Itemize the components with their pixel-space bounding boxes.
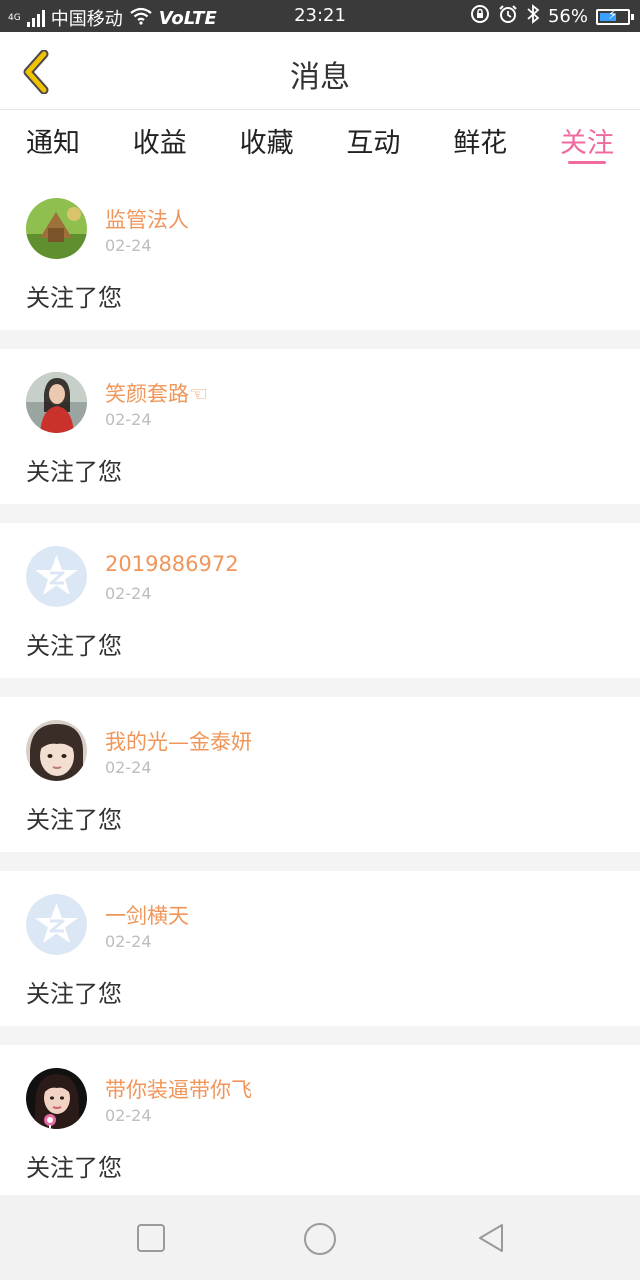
list-item[interactable]: 带你装逼带你飞 02-24 关注了您 [0,1045,640,1200]
avatar[interactable] [26,1068,87,1129]
message-text: 关注了您 [26,1154,122,1182]
home-button[interactable] [302,1221,336,1255]
username[interactable]: 笑颜套路☜ [105,378,208,408]
message-text: 关注了您 [26,806,122,834]
avatar[interactable] [26,720,87,781]
avatar[interactable] [26,894,87,955]
tab-flowers[interactable]: 鲜花 [453,110,507,170]
nav-back-button[interactable] [474,1221,508,1255]
divider [0,1026,640,1045]
tab-label: 鲜花 [453,128,508,159]
home-icon [304,1223,336,1255]
list-item[interactable]: 2019886972 02-24 关注了您 [0,523,640,678]
message-text: 关注了您 [26,980,122,1008]
tab-label: 通知 [26,128,80,159]
message-date: 02-24 [105,410,152,429]
message-text: 关注了您 [26,458,122,486]
default-avatar-icon [26,546,87,607]
avatar[interactable] [26,546,87,607]
divider [0,852,640,871]
battery-percent: 56% [547,6,588,27]
avatar[interactable] [26,198,87,259]
recent-apps-button[interactable] [134,1221,168,1255]
tab-label: 收藏 [239,128,294,159]
tab-favorites[interactable]: 收藏 [240,110,294,170]
app-root: 4G 中国移动 VoLTE 23:21 56% ⚡ 消息 通知 收益 收藏 互动… [0,0,640,1280]
divider [0,504,640,523]
message-text: 关注了您 [26,632,122,660]
default-avatar-icon [26,894,87,955]
message-date: 02-24 [105,932,152,951]
status-right: 56% ⚡ [470,4,634,29]
status-bar: 4G 中国移动 VoLTE 23:21 56% ⚡ [0,0,640,32]
username[interactable]: 我的光—金泰妍 [105,726,252,756]
tab-earnings[interactable]: 收益 [133,110,187,170]
tab-label: 收益 [132,128,187,159]
list-item[interactable]: 监管法人 02-24 关注了您 [0,175,640,330]
tab-bar: 通知 收益 收藏 互动 鲜花 关注 [0,110,640,170]
recent-apps-icon [137,1224,165,1252]
tab-label: 互动 [346,128,401,159]
tab-label: 关注 [559,128,614,159]
avatar[interactable] [26,372,87,433]
bluetooth-icon [526,4,540,29]
divider [0,330,640,349]
title-bar: 消息 [0,32,640,110]
back-icon [479,1224,503,1252]
rotation-lock-icon [470,4,490,29]
list-item[interactable]: 我的光—金泰妍 02-24 关注了您 [0,697,640,852]
list-item[interactable]: 笑颜套路☜ 02-24 关注了您 [0,349,640,504]
username[interactable]: 监管法人 [105,204,189,234]
message-date: 02-24 [105,1106,152,1125]
system-nav-bar [0,1195,640,1280]
alarm-icon [498,4,518,29]
username[interactable]: 一剑横天 [105,900,189,930]
message-text: 关注了您 [26,284,122,312]
active-tab-indicator [567,161,606,164]
divider [0,678,640,697]
tab-notice[interactable]: 通知 [26,110,80,170]
tab-interactions[interactable]: 互动 [346,110,400,170]
page-title: 消息 [290,60,350,95]
username[interactable]: 带你装逼带你飞 [105,1074,252,1104]
list-item[interactable]: 一剑横天 02-24 关注了您 [0,871,640,1026]
message-date: 02-24 [105,584,152,603]
message-list: 监管法人 02-24 关注了您 笑颜套路☜ 02-24 关注了您 2019886… [0,175,640,1200]
message-date: 02-24 [105,758,152,777]
username[interactable]: 2019886972 [105,552,239,576]
tab-follows[interactable]: 关注 [560,110,614,170]
battery-icon: ⚡ [596,8,634,25]
message-date: 02-24 [105,236,152,255]
